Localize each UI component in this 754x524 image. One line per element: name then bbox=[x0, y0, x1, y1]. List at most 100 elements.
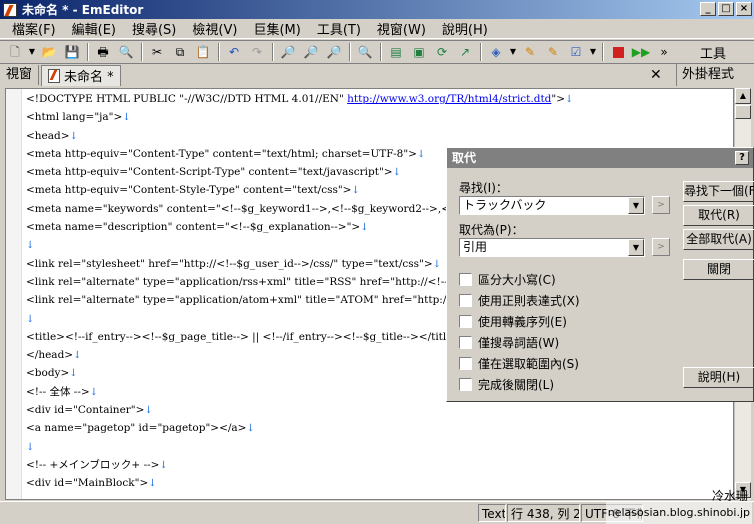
save-icon[interactable]: 💾 bbox=[61, 42, 83, 62]
line-end-mark: ↓ bbox=[148, 478, 157, 490]
paste-icon[interactable]: 📋 bbox=[192, 42, 214, 62]
new-file-icon[interactable]: 🗋 bbox=[4, 42, 26, 62]
run-macro-icon[interactable]: ▶▶ bbox=[630, 42, 652, 62]
refresh-icon[interactable]: ⟳ bbox=[431, 42, 453, 62]
open-folder-icon[interactable]: 📂 bbox=[38, 42, 60, 62]
find-combo[interactable]: トラックバック ▼ bbox=[459, 196, 645, 215]
option-close-when-done[interactable]: 完成後關閉(L) bbox=[459, 376, 554, 393]
new-dropdown-icon[interactable]: ▼ bbox=[27, 42, 37, 62]
replace-button[interactable]: 取代(R) bbox=[683, 205, 754, 226]
line-end-mark: ↓ bbox=[351, 185, 360, 197]
cut-icon[interactable]: ✂ bbox=[146, 42, 168, 62]
close-tab-icon[interactable]: ✕ bbox=[650, 67, 662, 83]
option-in-selection[interactable]: 僅在選取範圍內(S) bbox=[459, 355, 579, 372]
checkbox[interactable] bbox=[459, 294, 472, 307]
options-dropdown-icon[interactable]: ▼ bbox=[588, 42, 598, 62]
code-line: <!DOCTYPE HTML PUBLIC "-//W3C//DTD HTML … bbox=[26, 93, 574, 105]
toolbar-overflow-icon[interactable]: » bbox=[653, 42, 675, 62]
line-end-mark: ↓ bbox=[360, 222, 369, 234]
find-next-button[interactable]: 尋找下一個(F) bbox=[683, 181, 754, 202]
code-line: <a name="pagetop" id="pagetop"></a>↓ bbox=[26, 422, 255, 435]
line-end-mark: ↓ bbox=[416, 148, 426, 160]
highlight-icon[interactable]: 🔍 bbox=[354, 42, 376, 62]
menu-window[interactable]: 視窗(W) bbox=[371, 19, 432, 38]
code-line: <div id="Container">↓ bbox=[26, 404, 153, 417]
find-dropdown-icon[interactable]: ▼ bbox=[628, 197, 644, 214]
dialog-help-icon[interactable]: ? bbox=[735, 151, 749, 165]
option-match-case[interactable]: 區分大小寫(C) bbox=[459, 271, 556, 288]
wrap-icon[interactable]: ▤ bbox=[385, 42, 407, 62]
document-tab-bar: 視窗 未命名 * ✕ 外掛程式 bbox=[0, 63, 754, 86]
replace-expand-icon[interactable]: > bbox=[652, 238, 670, 256]
undo-icon[interactable]: ↶ bbox=[223, 42, 245, 62]
macro2-icon[interactable]: ✎ bbox=[542, 42, 564, 62]
navigate-icon[interactable]: ◈ bbox=[485, 42, 507, 62]
export-icon[interactable]: ↗ bbox=[454, 42, 476, 62]
emeditor-window: 未命名 * - EmEditor _ □ × 檔案(F) 編輯(E) 搜尋(S)… bbox=[0, 0, 754, 524]
option-escape-sequence[interactable]: 使用轉義序列(E) bbox=[459, 313, 567, 330]
status-mode[interactable]: Text bbox=[478, 504, 506, 522]
copy-icon[interactable]: ⧉ bbox=[169, 42, 191, 62]
scroll-up-icon[interactable]: ▲ bbox=[735, 88, 751, 104]
line-end-mark: ↓ bbox=[392, 167, 401, 179]
title-bar: 未命名 * - EmEditor _ □ × bbox=[0, 0, 754, 19]
tools-toolbar-label[interactable]: 工具 bbox=[700, 43, 726, 62]
emeditor-app-icon bbox=[3, 2, 17, 17]
code-line: <!-- +メインブロック+ -->↓ bbox=[26, 458, 168, 471]
menu-view[interactable]: 檢視(V) bbox=[186, 19, 243, 38]
line-end-mark: ↓ bbox=[432, 258, 442, 270]
maximize-button[interactable]: □ bbox=[718, 2, 734, 16]
code-link[interactable]: http://www.w3.org/TR/html4/strict.dtd bbox=[347, 93, 551, 105]
image-icon[interactable]: ▣ bbox=[408, 42, 430, 62]
scroll-thumb[interactable] bbox=[735, 105, 751, 119]
redo-icon[interactable]: ↷ bbox=[246, 42, 268, 62]
menu-search[interactable]: 搜尋(S) bbox=[126, 19, 182, 38]
checkbox[interactable] bbox=[459, 357, 472, 370]
menu-help[interactable]: 說明(H) bbox=[436, 19, 494, 38]
line-end-mark: ↓ bbox=[565, 94, 574, 105]
line-end-mark: ↓ bbox=[246, 423, 255, 435]
replace-combo[interactable]: 引用 ▼ bbox=[459, 238, 645, 257]
plugins-panel-label[interactable]: 外掛程式 bbox=[676, 64, 754, 86]
checkbox[interactable] bbox=[459, 273, 472, 286]
find-icon[interactable]: 🔎 bbox=[277, 42, 299, 62]
code-line: ↓ bbox=[26, 438, 573, 456]
option-whole-word[interactable]: 僅搜尋詞語(W) bbox=[459, 334, 559, 351]
macro-icon[interactable]: ✎ bbox=[519, 42, 541, 62]
find-prev-icon[interactable]: 🔎 bbox=[323, 42, 345, 62]
option-label: 使用正則表達式(X) bbox=[478, 294, 580, 308]
minimize-button[interactable]: _ bbox=[700, 2, 716, 16]
watermark-text: nelasosian.blog.shinobi.jp bbox=[605, 501, 752, 524]
option-regex[interactable]: 使用正則表達式(X) bbox=[459, 292, 580, 309]
menu-file[interactable]: 檔案(F) bbox=[6, 19, 62, 38]
option-label: 區分大小寫(C) bbox=[478, 273, 556, 287]
dialog-help-button[interactable]: 說明(H) bbox=[683, 367, 754, 388]
menu-tools[interactable]: 工具(T) bbox=[311, 19, 367, 38]
options-icon[interactable]: ☑ bbox=[565, 42, 587, 62]
code-line: <head>↓ bbox=[26, 129, 78, 142]
close-dialog-button[interactable]: 關閉 bbox=[683, 259, 754, 280]
checkbox[interactable] bbox=[459, 336, 472, 349]
menu-macro[interactable]: 巨集(M) bbox=[247, 19, 306, 38]
replace-label: 取代為(P)： bbox=[459, 223, 524, 237]
find-next-icon[interactable]: 🔎 bbox=[300, 42, 322, 62]
window-pane-label[interactable]: 視窗 bbox=[0, 65, 40, 85]
stop-record-icon[interactable] bbox=[607, 42, 629, 62]
option-label: 僅在選取範圍內(S) bbox=[478, 357, 579, 371]
tab-untitled-document[interactable]: 未命名 * bbox=[41, 64, 121, 86]
close-window-button[interactable]: × bbox=[736, 2, 752, 16]
replace-dropdown-icon[interactable]: ▼ bbox=[628, 239, 644, 256]
print-preview-icon[interactable]: 🔍 bbox=[115, 42, 137, 62]
replace-value: 引用 bbox=[463, 240, 488, 254]
menu-edit[interactable]: 編輯(E) bbox=[66, 19, 122, 38]
main-toolbar: 🗋 ▼ 📂 💾 🖶 🔍 ✂ ⧉ 📋 ↶ ↷ 🔎 🔎 🔎 🔍 ▤ ▣ ⟳ ↗ ◈ … bbox=[0, 40, 754, 63]
find-expand-icon[interactable]: > bbox=[652, 196, 670, 214]
replace-all-button[interactable]: 全部取代(A) bbox=[683, 229, 754, 250]
code-line: <div id="MainBlock">↓ bbox=[26, 477, 157, 490]
checkbox[interactable] bbox=[459, 315, 472, 328]
dialog-title-bar: 取代 ? bbox=[447, 148, 753, 168]
editor-gutter bbox=[6, 89, 22, 499]
print-icon[interactable]: 🖶 bbox=[92, 42, 114, 62]
navigate-dropdown-icon[interactable]: ▼ bbox=[508, 42, 518, 62]
checkbox[interactable] bbox=[459, 378, 472, 391]
